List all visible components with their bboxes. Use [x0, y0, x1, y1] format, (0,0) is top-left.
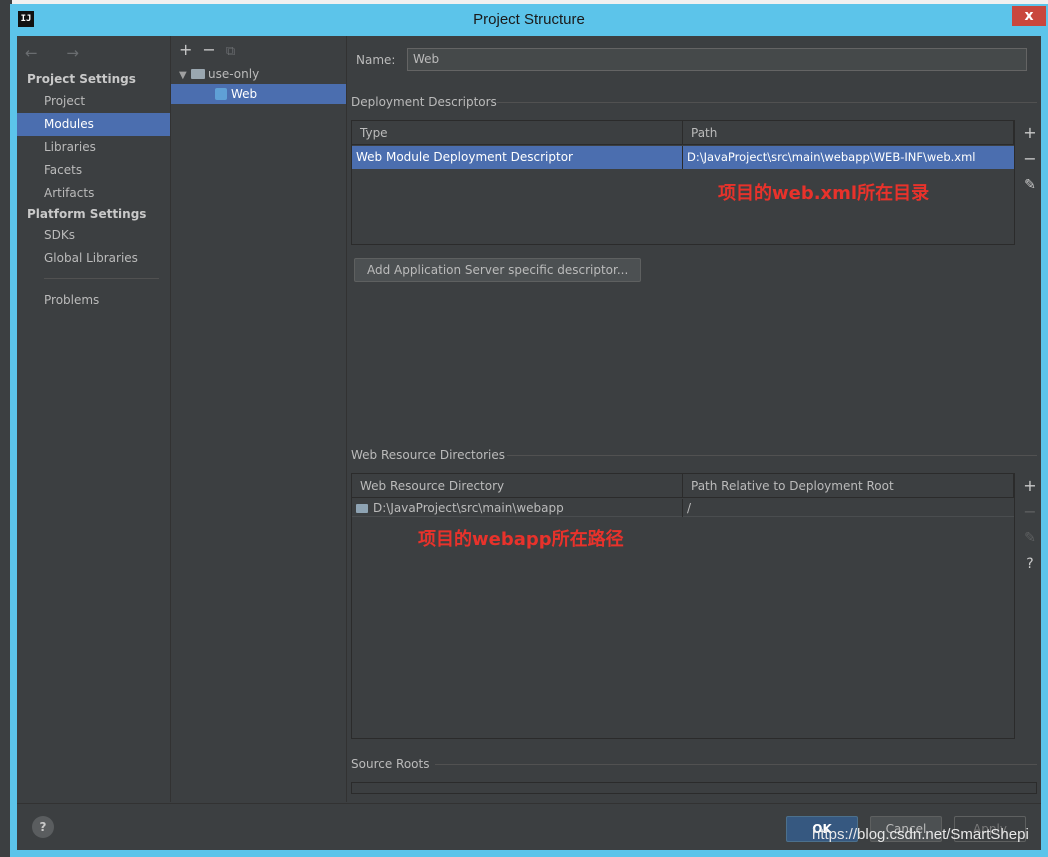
- webapp-annotation: 项目的webapp所在路径: [418, 529, 624, 550]
- nav-item-global-libraries[interactable]: Global Libraries: [17, 247, 170, 270]
- section-separator: [497, 102, 1037, 103]
- descriptor-side-toolbar: + − ✎: [1017, 120, 1043, 198]
- web-facet-icon: [215, 88, 227, 100]
- add-server-descriptor-button[interactable]: Add Application Server specific descript…: [354, 258, 642, 282]
- section-separator: [507, 455, 1037, 456]
- descriptor-path-cell: D:\JavaProject\src\main\webapp\WEB-INF\w…: [687, 150, 976, 164]
- tree-node-label: use-only: [208, 67, 260, 81]
- column-path-relative[interactable]: Path Relative to Deployment Root: [683, 474, 1014, 498]
- table-row[interactable]: D:\JavaProject\src\main\webapp /: [352, 499, 1014, 517]
- remove-descriptor-icon[interactable]: −: [1017, 146, 1043, 172]
- table-header: Type Path: [352, 121, 1014, 145]
- deployment-descriptors-heading: Deployment Descriptors: [351, 95, 497, 109]
- nav-item-facets[interactable]: Facets: [17, 159, 170, 182]
- project-structure-window: IJ Project Structure x ← → Project Setti…: [10, 4, 1048, 857]
- name-input[interactable]: Web: [407, 48, 1027, 71]
- chevron-down-icon[interactable]: ▼: [179, 66, 191, 86]
- copy-module-icon[interactable]: ⧉: [226, 44, 235, 59]
- section-separator: [435, 764, 1037, 765]
- resource-dir-path: D:\JavaProject\src\main\webapp: [373, 501, 564, 515]
- facet-settings-panel: Name: Web Deployment Descriptors Type Pa…: [347, 36, 1041, 802]
- add-module-icon[interactable]: +: [179, 40, 192, 59]
- dialog-button-bar: ? OK Cancel Apply https://blog.csdn.net/…: [17, 803, 1041, 850]
- resource-dir-cell: D:\JavaProject\src\main\webapp: [352, 499, 683, 517]
- settings-nav: ← → Project Settings Project Modules Lib…: [17, 36, 170, 802]
- nav-separator: [44, 278, 159, 279]
- tree-toolbar: + − ⧉: [179, 40, 245, 59]
- name-label: Name:: [356, 53, 396, 67]
- platform-settings-heading: Platform Settings: [27, 207, 147, 221]
- nav-item-project[interactable]: Project: [17, 90, 170, 113]
- folder-icon: [191, 69, 205, 79]
- edit-descriptor-icon[interactable]: ✎: [1017, 172, 1043, 198]
- nav-item-artifacts[interactable]: Artifacts: [17, 182, 170, 205]
- close-button[interactable]: x: [1012, 6, 1046, 26]
- resource-dir-side-toolbar: + − ✎ ?: [1017, 473, 1043, 577]
- web-folder-icon: [356, 504, 368, 513]
- web-resource-directories-heading: Web Resource Directories: [351, 448, 505, 462]
- nav-item-libraries[interactable]: Libraries: [17, 136, 170, 159]
- add-resource-dir-icon[interactable]: +: [1017, 473, 1043, 499]
- project-settings-heading: Project Settings: [27, 72, 136, 86]
- source-roots-heading: Source Roots: [351, 757, 430, 771]
- edit-resource-dir-icon[interactable]: ✎: [1017, 525, 1043, 551]
- watermark-text: https://blog.csdn.net/SmartShepi: [812, 826, 1029, 843]
- table-row[interactable]: Web Module Deployment Descriptor D:\Java…: [352, 146, 1014, 169]
- title-bar[interactable]: IJ Project Structure x: [10, 4, 1048, 36]
- tree-node-use-only[interactable]: ▼ use-only: [171, 64, 346, 84]
- descriptor-type-cell: Web Module Deployment Descriptor: [352, 146, 683, 169]
- relative-path-cell: /: [687, 501, 692, 515]
- nav-back-forward-icon[interactable]: ← →: [25, 44, 91, 62]
- tree-node-web[interactable]: Web: [171, 84, 346, 104]
- nav-item-sdks[interactable]: SDKs: [17, 224, 170, 247]
- webxml-annotation: 项目的web.xml所在目录: [718, 183, 930, 204]
- column-type[interactable]: Type: [352, 121, 683, 145]
- dialog-client-area: ← → Project Settings Project Modules Lib…: [17, 36, 1041, 850]
- help-icon[interactable]: ?: [1017, 551, 1043, 577]
- table-header: Web Resource Directory Path Relative to …: [352, 474, 1014, 498]
- deployment-descriptors-table[interactable]: Type Path Web Module Deployment Descript…: [351, 120, 1015, 245]
- help-button[interactable]: ?: [32, 816, 54, 838]
- column-path[interactable]: Path: [683, 121, 1014, 145]
- module-tree: + − ⧉ ▼ use-only Web: [171, 36, 346, 802]
- source-roots-table[interactable]: [351, 782, 1037, 794]
- remove-module-icon[interactable]: −: [202, 40, 215, 59]
- nav-item-problems[interactable]: Problems: [17, 289, 170, 312]
- tree-node-label: Web: [231, 87, 258, 101]
- nav-item-modules[interactable]: Modules: [17, 113, 170, 136]
- column-web-resource-directory[interactable]: Web Resource Directory: [352, 474, 683, 498]
- remove-resource-dir-icon[interactable]: −: [1017, 499, 1043, 525]
- window-title: Project Structure: [473, 11, 585, 28]
- add-descriptor-icon[interactable]: +: [1017, 120, 1043, 146]
- web-resource-directories-table[interactable]: Web Resource Directory Path Relative to …: [351, 473, 1015, 739]
